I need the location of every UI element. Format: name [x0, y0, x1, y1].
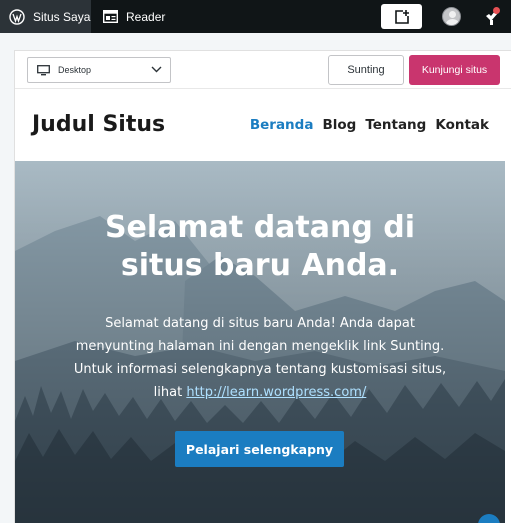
- desktop-icon: [37, 64, 50, 75]
- reader-label: Reader: [126, 9, 166, 24]
- hero-section: Selamat datang di situs baru Anda. Selam…: [15, 161, 505, 523]
- site-title[interactable]: Judul Situs: [32, 112, 165, 137]
- avatar[interactable]: [442, 7, 461, 26]
- visit-site-button[interactable]: Kunjungi situs: [409, 55, 500, 85]
- learn-more-button[interactable]: Pelajari selengkapny: [175, 431, 344, 467]
- hero-text: Selamat datang di situs baru Anda! Anda …: [70, 312, 450, 404]
- nav-item-beranda[interactable]: Beranda: [250, 117, 314, 133]
- wordpress-icon: [9, 8, 25, 25]
- device-select-value: Desktop: [58, 65, 92, 75]
- my-sites-tab[interactable]: Situs Saya: [0, 0, 91, 33]
- learn-more-link[interactable]: http://learn.wordpress.com/: [186, 385, 366, 400]
- write-button[interactable]: [381, 4, 422, 29]
- edit-button[interactable]: Sunting: [328, 55, 404, 85]
- masterbar: Situs Saya Reader: [0, 0, 511, 33]
- site-nav: Beranda Blog Tentang Kontak: [250, 117, 489, 133]
- site-preview: Judul Situs Beranda Blog Tentang Kontak: [15, 90, 505, 523]
- site-preview-frame: Desktop Sunting Kunjungi situs Judul Sit…: [15, 51, 511, 523]
- write-icon: [394, 9, 409, 24]
- my-sites-label: Situs Saya: [33, 9, 91, 24]
- nav-item-blog[interactable]: Blog: [322, 117, 356, 133]
- nav-item-tentang[interactable]: Tentang: [365, 117, 426, 133]
- hero-title: Selamat datang di situs baru Anda.: [104, 210, 416, 283]
- device-select[interactable]: Desktop: [27, 57, 171, 83]
- notifications-button[interactable]: [482, 7, 502, 27]
- chevron-down-icon: [151, 66, 162, 73]
- site-header: Judul Situs Beranda Blog Tentang Kontak: [15, 90, 505, 161]
- notification-dot: [493, 7, 500, 14]
- nav-item-kontak[interactable]: Kontak: [435, 117, 489, 133]
- reader-tab[interactable]: Reader: [101, 0, 165, 33]
- preview-toolbar: Desktop Sunting Kunjungi situs: [15, 51, 511, 89]
- reader-icon: [103, 10, 118, 23]
